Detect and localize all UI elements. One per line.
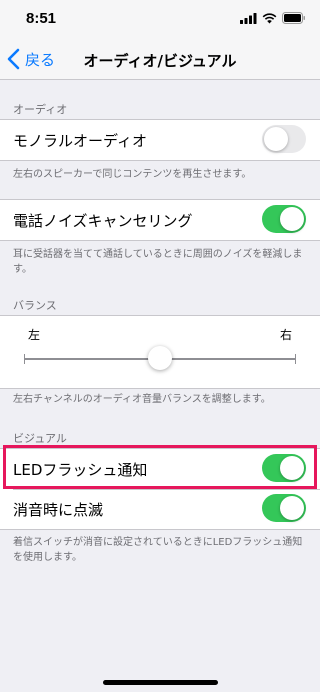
wifi-icon xyxy=(262,12,277,23)
flash-silent-cell: 消音時に点滅 xyxy=(0,489,320,529)
toggle-knob xyxy=(280,207,304,231)
toggle-knob xyxy=(280,496,304,520)
toggle-knob xyxy=(264,127,288,151)
noise-cancellation-cell: 電話ノイズキャンセリング xyxy=(0,200,320,240)
noise-cancellation-label: 電話ノイズキャンセリング xyxy=(13,211,193,230)
status-icons xyxy=(240,12,306,24)
balance-right-label: 右 xyxy=(279,328,292,342)
noise-cancellation-toggle[interactable] xyxy=(262,205,306,233)
home-indicator xyxy=(103,680,218,685)
nav-bar: 戻る オーディオ/ビジュアル xyxy=(0,40,320,80)
slider-tick xyxy=(24,354,25,364)
page-title: オーディオ/ビジュアル xyxy=(83,52,237,70)
cell-group-noise: 電話ノイズキャンセリング xyxy=(0,199,320,241)
balance-left-label: 左 xyxy=(28,328,41,342)
section-header-visual: ビジュアル xyxy=(13,432,67,445)
mono-audio-footer: 左右のスピーカーで同じコンテンツを再生させます。 xyxy=(13,169,252,180)
cell-group-mono: モノラルオーディオ xyxy=(0,119,320,161)
balance-slider-thumb[interactable] xyxy=(148,346,172,370)
cell-group-balance: 左 右 xyxy=(0,315,320,389)
balance-cell: 左 右 xyxy=(0,316,320,388)
toggle-knob xyxy=(280,456,304,480)
flash-silent-toggle[interactable] xyxy=(262,494,306,522)
led-flash-label: LEDフラッシュ通知 xyxy=(13,460,148,479)
section-header-audio: オーディオ xyxy=(13,103,68,116)
flash-silent-label: 消音時に点滅 xyxy=(13,500,104,519)
status-bar: 8:51 xyxy=(0,0,320,40)
signal-icon xyxy=(240,12,257,24)
balance-footer: 左右チャンネルのオーディオ音量バランスを調整します。 xyxy=(13,394,271,405)
led-flash-cell: LEDフラッシュ通知 xyxy=(0,449,320,489)
visual-footer: 着信スイッチが消音に設定されているときにLEDフラッシュ通知を使用します。 xyxy=(13,537,303,563)
slider-tick xyxy=(295,354,296,364)
noise-cancellation-footer: 耳に受話器を当てて通話しているときに周囲のノイズを軽減します。 xyxy=(13,249,303,275)
status-time: 8:51 xyxy=(26,10,57,27)
battery-icon xyxy=(282,12,305,24)
mono-audio-cell: モノラルオーディオ xyxy=(0,120,320,160)
mono-audio-toggle[interactable] xyxy=(262,125,306,153)
cell-group-visual: LEDフラッシュ通知 消音時に点滅 xyxy=(0,448,320,530)
section-header-balance: バランス xyxy=(13,299,57,312)
mono-audio-label: モノラルオーディオ xyxy=(13,131,147,150)
led-flash-toggle[interactable] xyxy=(262,454,306,482)
